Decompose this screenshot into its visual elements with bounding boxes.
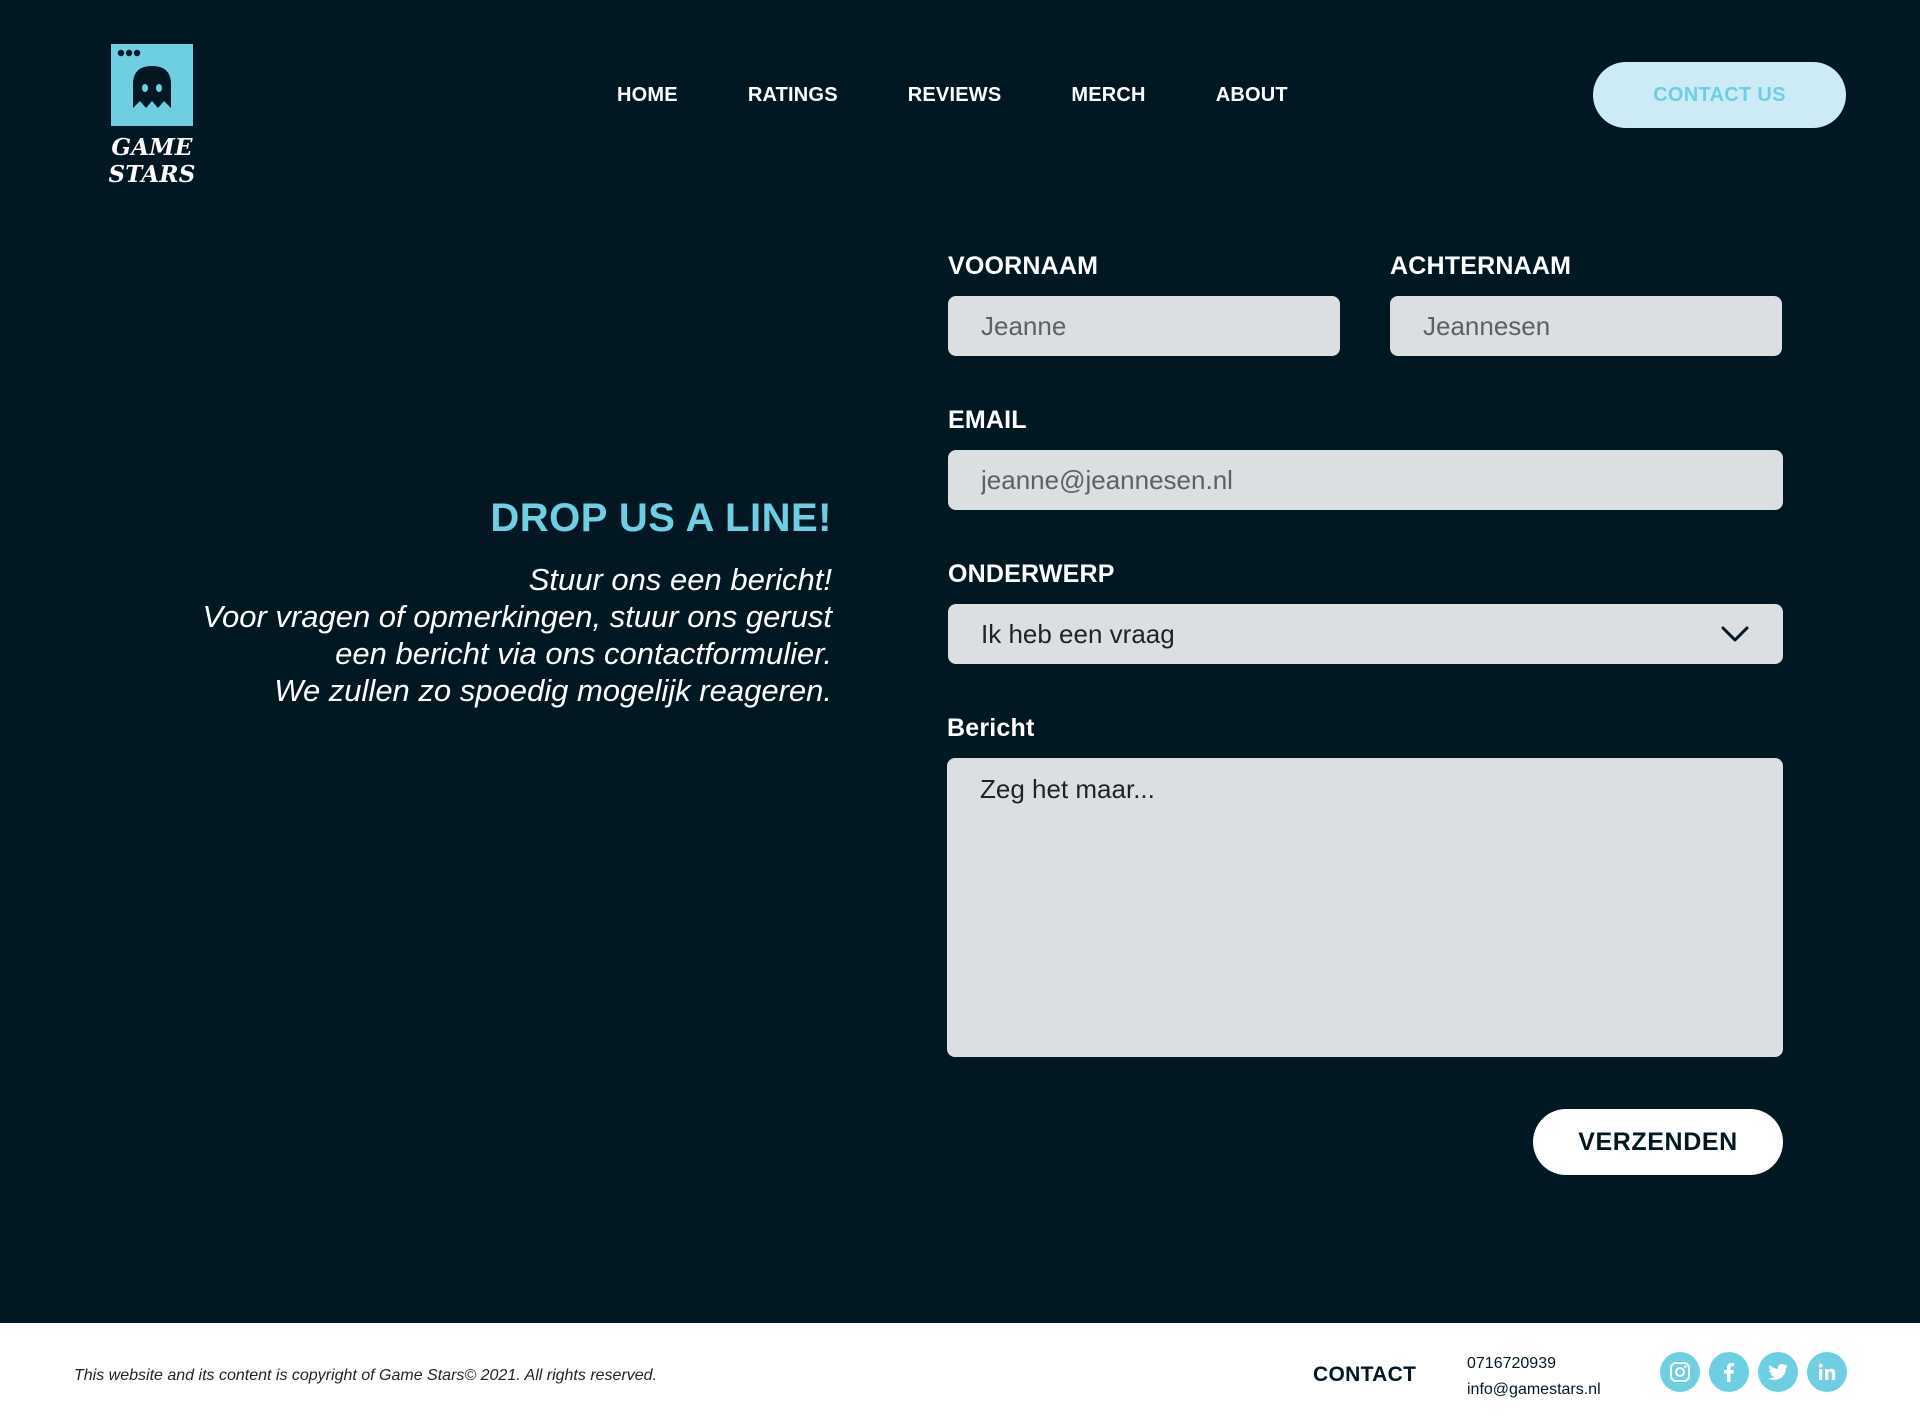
logo[interactable]: GAME STARS xyxy=(72,44,232,188)
chevron-down-icon xyxy=(1721,626,1749,642)
email-field[interactable] xyxy=(948,450,1783,510)
first-name-input[interactable] xyxy=(981,310,1307,342)
message-label: Bericht xyxy=(947,714,1035,742)
linkedin-icon xyxy=(1818,1363,1836,1380)
last-name-label: ACHTERNAAM xyxy=(1390,252,1572,280)
contact-us-button[interactable]: CONTACT US xyxy=(1593,62,1846,128)
logo-text: GAME STARS xyxy=(108,134,196,188)
footer-contact-info: 0716720939 info@gamestars.nl xyxy=(1467,1351,1601,1403)
ghost-icon xyxy=(111,44,193,126)
instagram-link[interactable] xyxy=(1660,1352,1700,1392)
intro-line: We zullen zo spoedig mogelijk reageren. xyxy=(274,673,832,708)
site-footer: This website and its content is copyrigh… xyxy=(0,1323,1920,1428)
nav-home[interactable]: HOME xyxy=(617,82,678,108)
intro-section: DROP US A LINE! Stuur ons een bericht! V… xyxy=(72,495,832,709)
intro-text: Stuur ons een bericht! Voor vragen of op… xyxy=(72,561,832,709)
twitter-link[interactable] xyxy=(1758,1352,1798,1392)
page-title: DROP US A LINE! xyxy=(490,496,832,540)
first-name-label: VOORNAAM xyxy=(948,252,1099,280)
instagram-icon xyxy=(1670,1362,1690,1382)
linkedin-link[interactable] xyxy=(1807,1352,1847,1392)
twitter-icon xyxy=(1768,1364,1788,1380)
facebook-icon xyxy=(1724,1363,1735,1382)
email-label: EMAIL xyxy=(948,406,1027,434)
subject-label: ONDERWERP xyxy=(948,560,1115,588)
message-textarea[interactable] xyxy=(980,774,1750,1057)
intro-line: een bericht via ons contactformulier. xyxy=(335,636,832,671)
main-nav: HOME RATINGS REVIEWS MERCH ABOUT xyxy=(617,82,1288,108)
footer-email[interactable]: info@gamestars.nl xyxy=(1467,1377,1601,1403)
facebook-link[interactable] xyxy=(1709,1352,1749,1392)
nav-merch[interactable]: MERCH xyxy=(1071,82,1145,108)
first-name-field[interactable] xyxy=(948,296,1340,356)
subject-selected-value: Ik heb een vraag xyxy=(981,618,1175,649)
subject-select[interactable]: Ik heb een vraag xyxy=(948,604,1783,664)
nav-reviews[interactable]: REVIEWS xyxy=(908,82,1002,108)
nav-about[interactable]: ABOUT xyxy=(1216,82,1288,108)
email-input[interactable] xyxy=(981,464,1750,496)
nav-ratings[interactable]: RATINGS xyxy=(748,82,838,108)
last-name-field[interactable] xyxy=(1390,296,1782,356)
footer-phone[interactable]: 0716720939 xyxy=(1467,1351,1601,1377)
intro-line: Stuur ons een bericht! xyxy=(528,562,832,597)
last-name-input[interactable] xyxy=(1423,310,1749,342)
message-field[interactable] xyxy=(947,758,1783,1057)
site-header: GAME STARS HOME RATINGS REVIEWS MERCH AB… xyxy=(0,0,1920,190)
footer-contact-label: CONTACT xyxy=(1313,1363,1417,1386)
submit-button[interactable]: VERZENDEN xyxy=(1533,1109,1783,1175)
social-links xyxy=(1660,1352,1847,1392)
intro-line: Voor vragen of opmerkingen, stuur ons ge… xyxy=(202,599,832,634)
copyright-text: This website and its content is copyrigh… xyxy=(74,1367,658,1384)
